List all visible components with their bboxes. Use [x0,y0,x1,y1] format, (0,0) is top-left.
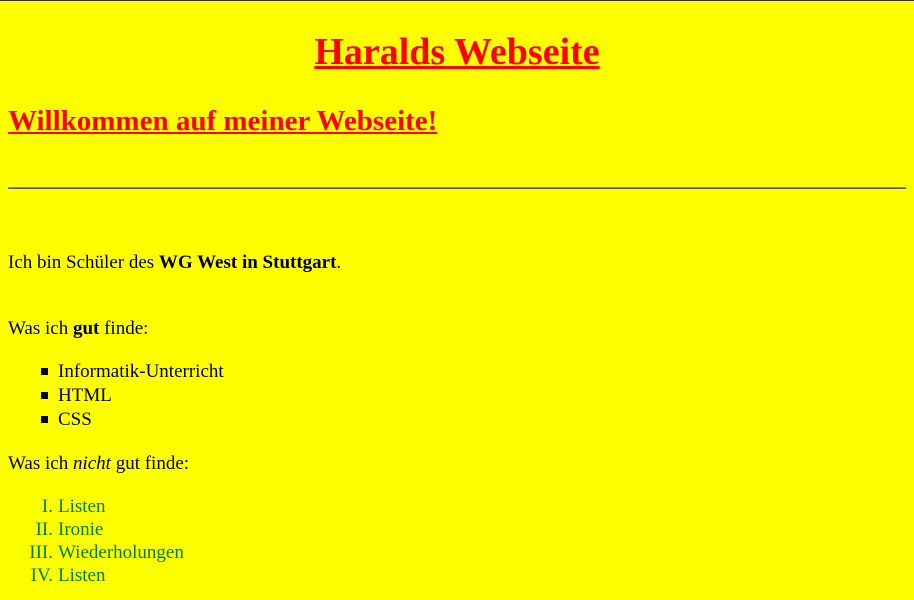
bad-things-list: I. Listen II. Ironie III. Wiederholungen IV… [0,495,184,587]
good-things-heading: Was ich gut finde: [8,317,148,341]
bad-heading-emphasis: nicht [72,453,111,474]
webpage: Haralds Webseite Willkommen auf meiner W… [0,0,914,600]
list-item: IV. Listen [0,564,184,587]
square-bullet-icon [41,368,48,375]
list-item: I. Listen [0,495,184,518]
school-name: WG West in Stuttgart [158,252,337,273]
list-item-label: Ironie [58,519,104,540]
list-item-label: Wiederholungen [58,542,184,563]
bad-things-heading: Was ich nicht gut finde: [8,452,189,476]
intro-suffix: . [336,252,342,273]
horizontal-divider [8,187,906,189]
roman-numeral: III. [29,542,53,563]
list-item-label: Listen [58,565,106,586]
square-bullet-icon [41,392,48,399]
list-item: Informatik-Unterricht [41,360,224,384]
list-item-label: CSS [58,409,92,430]
list-item: HTML [41,384,224,408]
good-heading-emphasis: gut [72,318,100,339]
list-item-label: Informatik-Unterricht [58,361,224,382]
roman-numeral: I. [41,496,53,517]
intro-paragraph: Ich bin Schüler des WG West in Stuttgart… [8,251,341,275]
welcome-heading: Willkommen auf meiner Webseite! [8,105,438,137]
intro-prefix: Ich bin Schüler des [8,252,159,273]
good-things-list: Informatik-Unterricht HTML CSS [0,360,224,432]
good-heading-suffix: finde: [99,318,149,339]
good-heading-prefix: Was ich [8,318,73,339]
bad-heading-suffix: gut finde: [110,453,190,474]
list-item: CSS [41,408,224,432]
list-item-label: HTML [58,385,112,406]
list-item: III. Wiederholungen [0,541,184,564]
list-item-label: Listen [58,496,106,517]
list-item: II. Ironie [0,518,184,541]
roman-numeral: II. [35,519,53,540]
bad-heading-prefix: Was ich [8,453,73,474]
site-title: Haralds Webseite [314,31,600,73]
roman-numeral: IV. [30,565,53,586]
square-bullet-icon [41,416,48,423]
